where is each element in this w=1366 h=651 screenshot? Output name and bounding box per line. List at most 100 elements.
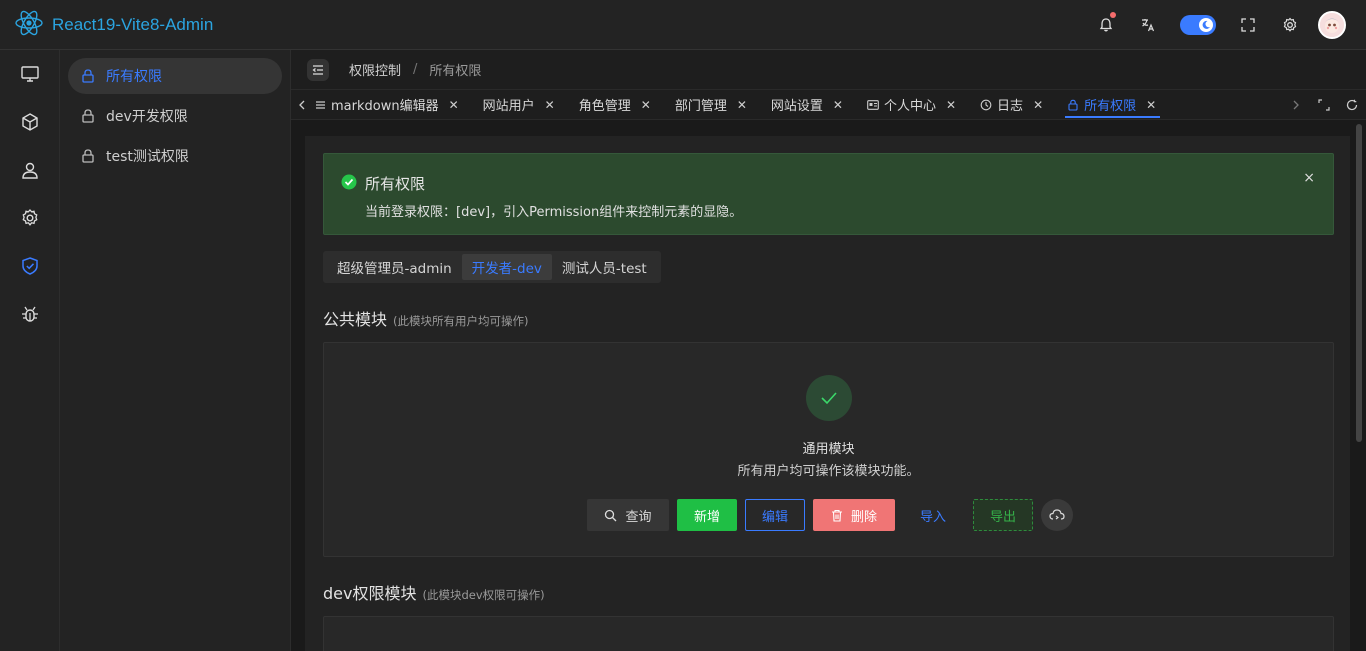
bell-icon[interactable] <box>1096 12 1116 35</box>
user-icon[interactable] <box>0 146 60 194</box>
tab-label: markdown编辑器 <box>331 99 439 114</box>
shield-icon[interactable] <box>0 242 60 290</box>
settings-icon[interactable] <box>1280 15 1300 35</box>
check-icon <box>806 375 852 421</box>
check-circle-icon <box>341 174 357 194</box>
close-icon[interactable]: ✕ <box>833 98 843 112</box>
id-card-icon <box>867 99 879 110</box>
lock-icon <box>1067 99 1079 111</box>
icon-sidebar <box>0 50 60 651</box>
app-logo[interactable]: React19-Vite8-Admin <box>0 8 213 42</box>
tab-site-settings[interactable]: 网站设置 ✕ <box>763 90 853 119</box>
close-icon[interactable]: ✕ <box>946 98 956 112</box>
fullscreen-icon[interactable] <box>1238 15 1258 35</box>
submenu-item-label: test测试权限 <box>106 149 189 165</box>
public-module-card: 通用模块 所有用户均可操作该模块功能。 查询 新增 编辑 删除 导入 导出 <box>323 342 1334 557</box>
collapse-menu-icon[interactable] <box>307 58 329 81</box>
gear-icon[interactable] <box>0 194 60 242</box>
section-title-text: 公共模块 <box>323 310 388 329</box>
tab-markdown-editor[interactable]: markdown编辑器 ✕ <box>313 90 469 119</box>
query-button-label: 查询 <box>625 509 652 525</box>
avatar[interactable] <box>1318 11 1346 39</box>
react-logo-icon <box>14 8 44 42</box>
permission-alert: 所有权限 当前登录权限：[dev]，引入Permission组件来控制元素的显隐… <box>323 153 1334 235</box>
module-description: 所有用户均可操作该模块功能。 <box>737 464 920 479</box>
submenu-item-label: dev开发权限 <box>106 109 188 125</box>
role-segmented-control: 超级管理员-admin 开发者-dev 测试人员-test <box>323 251 661 283</box>
tab-site-users[interactable]: 网站用户 ✕ <box>475 90 565 119</box>
breadcrumb-separator: / <box>413 62 418 77</box>
section-title-dev: dev权限模块 (此模块dev权限可操作) <box>323 580 545 604</box>
tab-logs[interactable]: 日志 ✕ <box>972 90 1053 119</box>
tabs-bar: markdown编辑器 ✕ 网站用户 ✕ 角色管理 ✕ 部门管理 ✕ 网站设置 … <box>291 90 1366 120</box>
tab-label: 日志 <box>997 99 1024 114</box>
permission-submenu: 所有权限 dev开发权限 test测试权限 <box>60 50 291 651</box>
tab-profile[interactable]: 个人中心 ✕ <box>859 90 966 119</box>
tabs-scroll-left-icon[interactable] <box>291 100 313 110</box>
tab-role-management[interactable]: 角色管理 ✕ <box>571 90 661 119</box>
page-content: 所有权限 当前登录权限：[dev]，引入Permission组件来控制元素的显隐… <box>305 136 1350 651</box>
tab-all-permissions[interactable]: 所有权限 ✕ <box>1059 90 1166 119</box>
segment-option-admin[interactable]: 超级管理员-admin <box>327 254 462 280</box>
dev-module-card <box>323 616 1334 651</box>
notification-dot <box>1110 12 1116 18</box>
search-icon <box>604 509 617 522</box>
lock-icon <box>80 108 96 124</box>
tab-label: 网站设置 <box>770 99 823 114</box>
alert-description: 当前登录权限：[dev]，引入Permission组件来控制元素的显隐。 <box>365 205 743 220</box>
alert-title: 所有权限 <box>365 175 426 193</box>
section-hint: (此模块dev权限可操作) <box>422 588 545 602</box>
tab-department-management[interactable]: 部门管理 ✕ <box>667 90 757 119</box>
segment-option-test[interactable]: 测试人员-test <box>552 254 657 280</box>
submenu-item-test-permissions[interactable]: test测试权限 <box>68 138 282 174</box>
close-icon[interactable]: ✕ <box>1146 98 1156 112</box>
breadcrumb: 权限控制 / 所有权限 <box>291 50 1366 90</box>
moon-icon <box>1199 18 1213 32</box>
submenu-item-all-permissions[interactable]: 所有权限 <box>68 58 282 94</box>
tab-label: 网站用户 <box>482 99 535 114</box>
tab-label: 个人中心 <box>883 99 936 114</box>
lock-icon <box>80 68 96 84</box>
close-icon[interactable]: ✕ <box>1033 98 1043 112</box>
close-icon[interactable]: ✕ <box>545 98 555 112</box>
translate-icon[interactable] <box>1138 15 1158 35</box>
section-hint: (此模块所有用户均可操作) <box>393 314 529 328</box>
export-button[interactable]: 导出 <box>973 499 1033 531</box>
cube-icon[interactable] <box>0 98 60 146</box>
maximize-icon[interactable] <box>1310 99 1338 111</box>
refresh-icon[interactable] <box>1338 99 1366 111</box>
import-button[interactable]: 导入 <box>903 499 963 531</box>
tab-label: 所有权限 <box>1084 99 1137 114</box>
submenu-item-dev-permissions[interactable]: dev开发权限 <box>68 98 282 134</box>
lock-icon <box>80 148 96 164</box>
bug-icon[interactable] <box>0 290 60 338</box>
breadcrumb-parent[interactable]: 权限控制 <box>349 60 401 79</box>
tabs-scroll-right-icon[interactable] <box>1282 100 1310 110</box>
content-scrollbar[interactable] <box>1356 124 1362 442</box>
tab-label: 部门管理 <box>674 99 727 114</box>
module-title: 通用模块 <box>802 442 855 457</box>
delete-button[interactable]: 删除 <box>813 499 895 531</box>
close-icon[interactable]: × <box>1303 170 1315 186</box>
tab-label: 角色管理 <box>578 99 631 114</box>
close-icon[interactable]: ✕ <box>737 98 747 112</box>
history-icon <box>980 99 992 111</box>
segment-option-dev[interactable]: 开发者-dev <box>461 254 552 280</box>
close-icon[interactable]: ✕ <box>449 98 459 112</box>
section-title-public: 公共模块 (此模块所有用户均可操作) <box>323 306 529 330</box>
app-title: React19-Vite8-Admin <box>52 14 214 34</box>
list-icon <box>315 100 326 110</box>
delete-button-label: 删除 <box>850 509 877 525</box>
breadcrumb-current: 所有权限 <box>429 64 482 79</box>
submenu-item-label: 所有权限 <box>106 69 162 85</box>
close-icon[interactable]: ✕ <box>641 98 651 112</box>
query-button[interactable]: 查询 <box>587 499 669 531</box>
section-title-text: dev权限模块 <box>323 584 417 603</box>
top-header: React19-Vite8-Admin <box>0 0 1366 50</box>
add-button[interactable]: 新增 <box>677 499 737 531</box>
trash-icon <box>831 509 843 522</box>
edit-button[interactable]: 编辑 <box>745 499 805 531</box>
cloud-refresh-icon[interactable] <box>1041 499 1073 531</box>
monitor-icon[interactable] <box>0 50 60 98</box>
theme-toggle[interactable] <box>1180 15 1216 35</box>
